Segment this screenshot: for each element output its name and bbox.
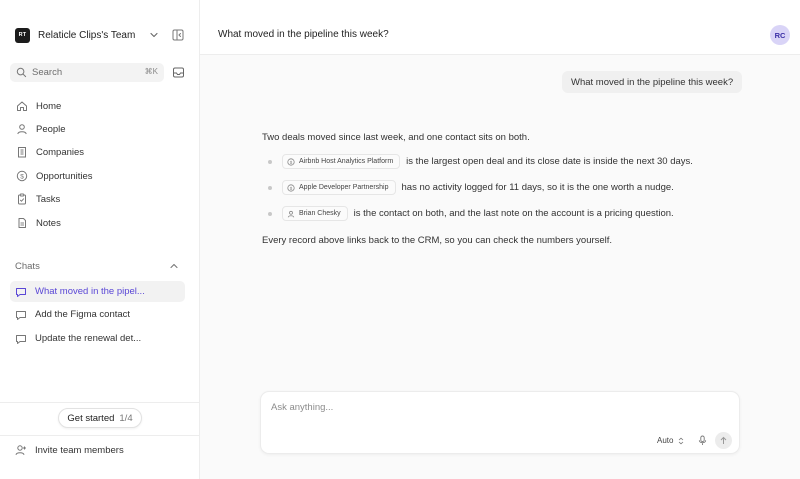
- sidebar: RT Relaticle Clips's Team Search ⌘K Home…: [0, 0, 200, 479]
- sidebar-item-companies[interactable]: Companies: [10, 142, 185, 162]
- page-title: What moved in the pipeline this week?: [218, 29, 389, 40]
- sidebar-item-people[interactable]: People: [10, 119, 185, 139]
- chevron-up-icon[interactable]: [168, 260, 180, 272]
- assistant-outro: Every record above links back to the CRM…: [262, 235, 613, 246]
- get-started-label: Get started: [67, 412, 115, 424]
- user-message: What moved in the pipeline this week?: [562, 71, 743, 93]
- sidebar-item-label: Tasks: [36, 193, 61, 205]
- bullet-dot: [268, 211, 272, 216]
- svg-text:$: $: [290, 159, 293, 164]
- top-bar: What moved in the pipeline this week? RC: [200, 0, 800, 55]
- chat-composer[interactable]: Ask anything... Auto: [260, 391, 740, 454]
- svg-text:$: $: [290, 185, 293, 190]
- building-icon: [18, 147, 26, 158]
- search-placeholder: Search: [32, 67, 63, 78]
- bullet-text: is the largest open deal and its close d…: [406, 156, 693, 167]
- person-icon: [287, 210, 295, 217]
- search-icon: [16, 67, 27, 78]
- record-chip-label: Brian Chesky: [299, 210, 341, 217]
- list-item: Brian Chesky is the contact on both, and…: [262, 206, 674, 221]
- model-mode-select[interactable]: Auto: [657, 436, 685, 445]
- note-icon: [18, 218, 26, 228]
- sidebar-item-label: Companies: [36, 146, 85, 158]
- get-started-button[interactable]: Get started 1/4: [58, 408, 142, 428]
- sidebar-item-opportunities[interactable]: $ Opportunities: [10, 166, 185, 186]
- sidebar-item-notes[interactable]: Notes: [10, 213, 185, 233]
- sidebar-item-label: Opportunities: [36, 170, 93, 182]
- chats-section-header[interactable]: Chats: [15, 260, 180, 272]
- add-user-icon: [15, 445, 26, 456]
- sidebar-divider: [0, 402, 199, 403]
- sidebar-item-label: Home: [36, 100, 62, 112]
- avatar[interactable]: RC: [770, 25, 790, 45]
- list-item: $ Apple Developer Partnership has no act…: [262, 180, 674, 195]
- chat-bubble-icon: [16, 310, 26, 320]
- home-icon: [17, 101, 27, 111]
- team-switcher[interactable]: RT Relaticle Clips's Team: [15, 27, 185, 43]
- record-chip[interactable]: Brian Chesky: [282, 206, 348, 221]
- sidebar-item-label: People: [36, 123, 66, 135]
- chats-heading: Chats: [15, 260, 40, 272]
- chat-item[interactable]: Add the Figma contact: [10, 304, 185, 325]
- get-started-progress: 1/4: [119, 412, 133, 424]
- chat-item-label: Update the renewal det...: [35, 333, 142, 344]
- send-button[interactable]: [715, 432, 732, 449]
- chat-item-label: Add the Figma contact: [35, 309, 131, 320]
- composer-placeholder: Ask anything...: [271, 402, 334, 413]
- microphone-icon[interactable]: [697, 435, 708, 446]
- bullet-text: is the contact on both, and the last not…: [353, 208, 674, 219]
- sidebar-collapse-icon[interactable]: [171, 28, 185, 42]
- model-mode-label: Auto: [657, 436, 674, 445]
- chat-item[interactable]: What moved in the pipel...: [10, 281, 185, 302]
- record-chip[interactable]: $ Apple Developer Partnership: [282, 180, 396, 195]
- arrow-up-icon: [720, 436, 727, 444]
- deal-icon: $: [287, 183, 295, 192]
- team-badge: RT: [15, 27, 30, 43]
- record-chip[interactable]: $ Airbnb Host Analytics Platform: [282, 154, 401, 169]
- sidebar-item-home[interactable]: Home: [10, 96, 185, 116]
- chat-bubble-icon: [16, 287, 26, 297]
- dollar-icon: $: [16, 170, 28, 182]
- sidebar-item-tasks[interactable]: Tasks: [10, 189, 185, 209]
- bullet-text: has no activity logged for 11 days, so i…: [401, 182, 674, 193]
- chat-bubble-icon: [16, 334, 26, 344]
- list-item: $ Airbnb Host Analytics Platform is the …: [262, 154, 693, 169]
- chat-item[interactable]: Update the renewal det...: [10, 328, 185, 349]
- chevron-down-icon[interactable]: [148, 29, 160, 41]
- chat-item-label: What moved in the pipel...: [35, 286, 145, 297]
- person-icon: [17, 124, 27, 135]
- inbox-icon[interactable]: [172, 66, 185, 79]
- team-name: Relaticle Clips's Team: [38, 29, 136, 41]
- bullet-dot: [268, 159, 272, 164]
- bullet-dot: [268, 185, 272, 190]
- sidebar-item-label: Notes: [36, 217, 61, 229]
- invite-team-members-button[interactable]: Invite team members: [15, 443, 124, 457]
- sidebar-divider: [0, 435, 199, 436]
- main-panel: What moved in the pipeline this week? RC…: [200, 0, 800, 479]
- deal-icon: $: [287, 157, 295, 166]
- app: RT Relaticle Clips's Team Search ⌘K Home…: [0, 0, 800, 479]
- search-shortcut: ⌘K: [144, 67, 158, 76]
- assistant-intro: Two deals moved since last week, and one…: [262, 132, 530, 143]
- record-chip-label: Airbnb Host Analytics Platform: [299, 158, 394, 165]
- record-chip-label: Apple Developer Partnership: [299, 184, 389, 191]
- invite-label: Invite team members: [35, 444, 124, 456]
- tasks-icon: [18, 193, 26, 205]
- search-input[interactable]: Search ⌘K: [10, 63, 164, 82]
- chevron-up-down-icon: [679, 437, 684, 444]
- svg-text:$: $: [20, 173, 24, 180]
